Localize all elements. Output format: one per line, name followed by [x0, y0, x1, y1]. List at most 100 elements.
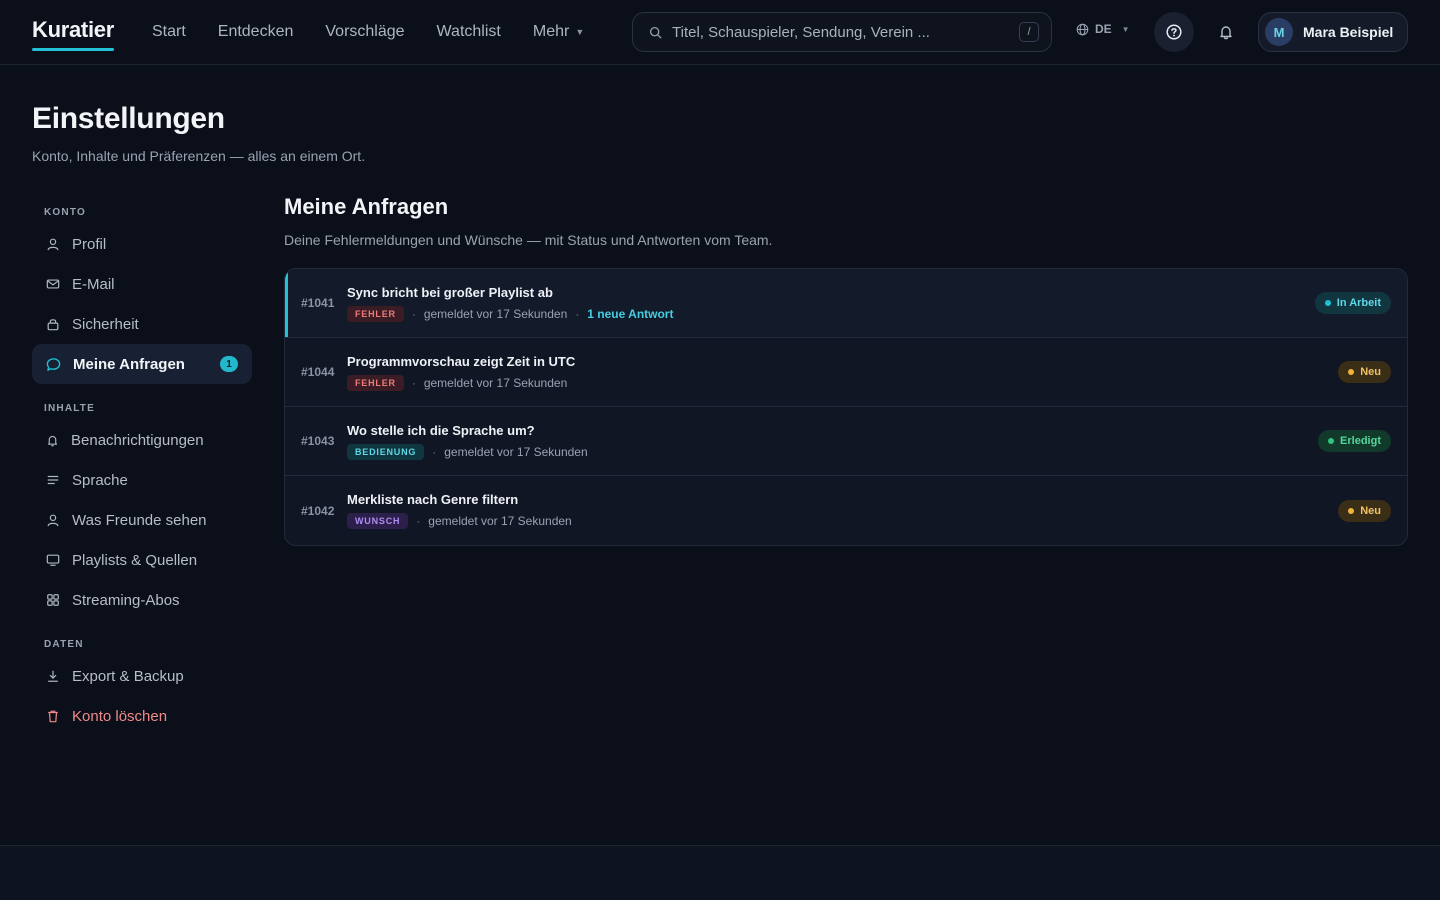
section-subtitle: Deine Fehlermeldungen und Wünsche — mit …: [284, 232, 773, 248]
bell-icon: [1220, 26, 1232, 40]
section-title: Meine Anfragen: [284, 194, 449, 219]
sidebar-item-playlists-quellen[interactable]: Playlists & Quellen: [32, 540, 252, 580]
user-icon: [47, 238, 59, 251]
sidebar-item-label: Sprache: [72, 471, 128, 489]
sidebar-item-label: Export & Backup: [72, 667, 184, 685]
request-category-tag: BEDIENUNG: [347, 443, 425, 460]
sidebar-item-export-backup[interactable]: Export & Backup: [32, 656, 252, 696]
request-row[interactable]: #1043 Wo stelle ich die Sprache um? BEDI…: [285, 407, 1407, 476]
page-footer: [0, 845, 1440, 900]
mail-icon: [46, 279, 60, 289]
nav-label: Start: [151, 23, 186, 40]
requests-panel: Meine Anfragen Deine Fehlermeldungen und…: [284, 192, 1408, 546]
settings-sidebar: KONTO Profil E-Mail Sicherheit Meine Anf…: [32, 200, 252, 736]
status-badge: In Arbeit: [1314, 292, 1391, 314]
separator-dot: ·: [432, 444, 437, 459]
nav-start[interactable]: Start: [136, 23, 202, 41]
sidebar-item-meine-anfragen[interactable]: Meine Anfragen 1: [32, 344, 252, 384]
sidebar-item-label: Was Freunde sehen: [72, 511, 207, 529]
grid-icon: [47, 594, 59, 606]
nav-label: Mehr: [532, 23, 570, 40]
request-category-tag: FEHLER: [347, 374, 404, 391]
language-selector[interactable]: DE ▼: [1076, 22, 1130, 36]
request-id: #1042: [301, 503, 335, 518]
sidebar-item-konto-loeschen[interactable]: Konto löschen: [32, 696, 252, 736]
chevron-down-icon: ▼: [1121, 24, 1130, 34]
sidebar-item-label: Profil: [72, 235, 107, 253]
status-dot: [1348, 507, 1355, 514]
status-label: In Arbeit: [1336, 297, 1381, 309]
help-button[interactable]: [1154, 12, 1194, 52]
request-title: Wo stelle ich die Sprache um?: [347, 422, 535, 438]
request-row[interactable]: #1041 Sync bricht bei großer Playlist ab…: [285, 269, 1407, 338]
request-reported-time: gemeldet vor 17 Sekunden: [428, 514, 572, 528]
user-name: Mara Beispiel: [1303, 24, 1394, 40]
request-row[interactable]: #1044 Programmvorschau zeigt Zeit in UTC…: [285, 338, 1407, 407]
sidebar-item-sprache[interactable]: Sprache: [32, 460, 252, 500]
globe-icon: [1076, 23, 1089, 35]
sidebar-section-inhalte: INHALTE: [44, 402, 95, 414]
page-title: Einstellungen: [32, 102, 225, 135]
request-category-tag: FEHLER: [347, 305, 404, 322]
sidebar-item-was-freunde-sehen[interactable]: Was Freunde sehen: [32, 500, 252, 540]
chat-bubble-icon: [46, 357, 61, 371]
bell-icon: [47, 435, 58, 446]
lines-icon: [47, 475, 59, 485]
request-id: #1041: [301, 296, 335, 310]
sidebar-section-konto: KONTO: [44, 206, 86, 218]
nav-label: Vorschläge: [325, 23, 405, 40]
status-dot: [1328, 438, 1335, 444]
trash-icon: [48, 710, 58, 723]
sidebar-item-sicherheit[interactable]: Sicherheit: [32, 304, 252, 344]
sidebar-item-label: Playlists & Quellen: [72, 551, 198, 569]
status-label: Erledigt: [1340, 435, 1381, 447]
page-subtitle: Konto, Inhalte und Präferenzen — alles a…: [32, 148, 366, 164]
status-badge: Neu: [1338, 361, 1391, 383]
nav-watchlist[interactable]: Watchlist: [421, 23, 517, 41]
chevron-down-icon: ▼: [575, 27, 585, 37]
nav-vorschlaege[interactable]: Vorschläge: [309, 23, 420, 41]
request-category-tag: WUNSCH: [347, 513, 409, 529]
monitor-icon: [46, 554, 60, 566]
sidebar-section-daten: DATEN: [44, 638, 84, 650]
sidebar-item-label: Sicherheit: [72, 315, 139, 333]
search-box: /: [632, 12, 1052, 52]
new-reply-link[interactable]: 1 neue Antwort: [587, 307, 673, 321]
help-icon: [1166, 24, 1182, 40]
sidebar-item-benachrichtigungen[interactable]: Benachrichtigungen: [32, 420, 252, 460]
requests-list: #1041 Sync bricht bei großer Playlist ab…: [284, 268, 1408, 546]
request-reported-time: gemeldet vor 17 Sekunden: [444, 444, 588, 459]
sidebar-item-label: Streaming-Abos: [72, 591, 180, 609]
status-badge: Neu: [1338, 499, 1391, 522]
nav-label: Watchlist: [436, 23, 501, 40]
request-row[interactable]: #1042 Merkliste nach Genre filtern WUNSC…: [285, 476, 1407, 545]
sidebar-item-label: E-Mail: [72, 275, 115, 293]
separator-dot: ·: [411, 375, 416, 390]
sidebar-item-label: Konto löschen: [72, 707, 168, 725]
main-nav: Start Entdecken Vorschläge Watchlist Meh…: [136, 23, 600, 41]
nav-entdecken[interactable]: Entdecken: [202, 23, 310, 41]
language-code: DE: [1095, 22, 1112, 36]
sidebar-item-streaming-abos[interactable]: Streaming-Abos: [32, 580, 252, 620]
status-label: Neu: [1360, 366, 1381, 378]
status-badge: Erledigt: [1318, 430, 1391, 452]
status-dot: [1348, 369, 1355, 375]
sidebar-item-label: Benachrichtigungen: [71, 431, 204, 449]
separator-dot: ·: [575, 306, 580, 321]
sidebar-item-profil[interactable]: Profil: [32, 224, 252, 264]
request-id: #1044: [301, 365, 335, 379]
unread-count-badge: 1: [220, 356, 238, 372]
search-input[interactable]: [672, 23, 1019, 41]
request-title: Sync bricht bei großer Playlist ab: [347, 284, 553, 300]
notifications-button[interactable]: [1206, 12, 1246, 52]
download-icon: [48, 670, 58, 682]
request-reported-time: gemeldet vor 17 Sekunden: [423, 306, 568, 321]
request-id: #1043: [301, 434, 335, 448]
search-icon: [649, 26, 662, 38]
top-bar: Kuratier Start Entdecken Vorschläge Watc…: [0, 0, 1440, 65]
app-logo[interactable]: Kuratier: [32, 17, 114, 51]
nav-mehr[interactable]: Mehr ▼: [517, 23, 600, 41]
sidebar-item-email[interactable]: E-Mail: [32, 264, 252, 304]
user-menu-button[interactable]: M Mara Beispiel: [1258, 12, 1408, 52]
avatar: M: [1265, 18, 1293, 46]
